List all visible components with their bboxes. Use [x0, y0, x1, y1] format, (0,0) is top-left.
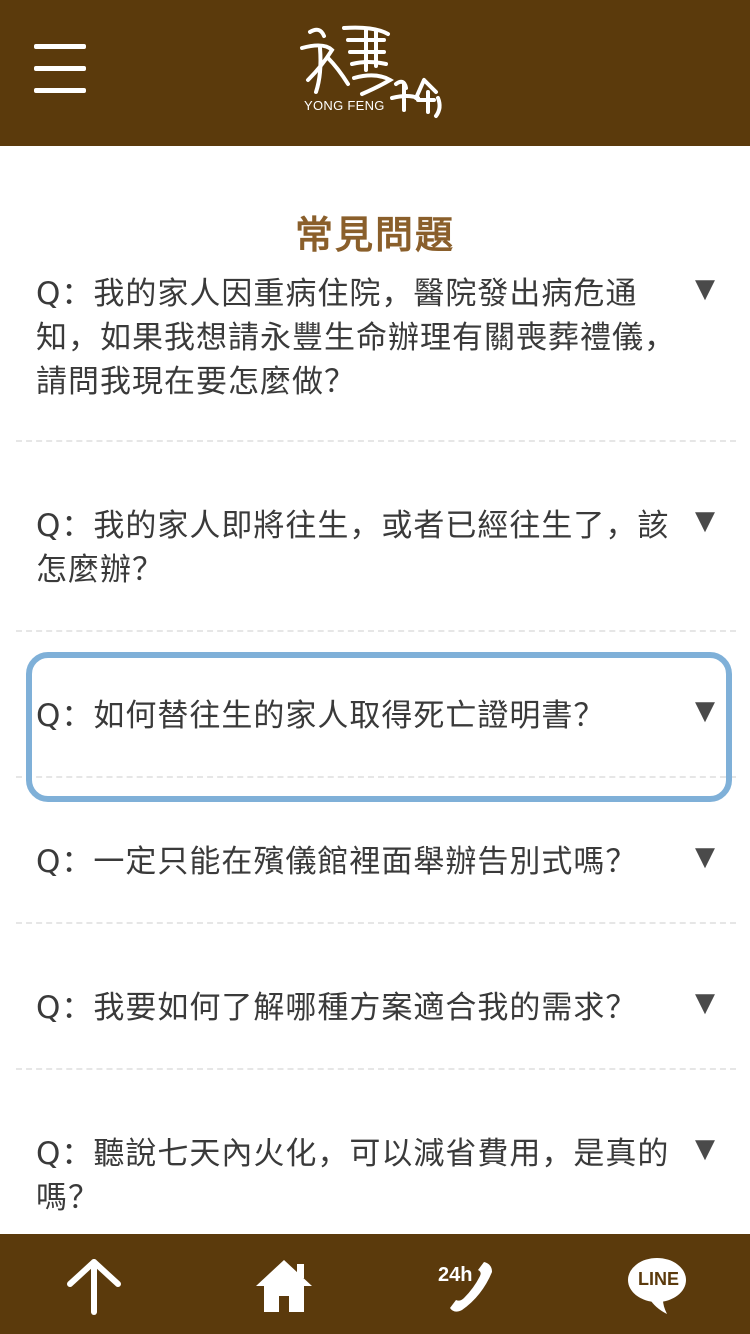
expand-arrow-icon[interactable]: ▼: [690, 842, 720, 872]
faq-item-2[interactable]: Q：我的家人即將往生，或者已經往生了，該怎麼辦？ ▼: [16, 440, 736, 632]
app-header: YONG FENG: [0, 0, 750, 146]
back-to-top-button[interactable]: [34, 1234, 154, 1334]
faq-item-4[interactable]: Q：一定只能在殯儀館裡面舉辦告別式嗎？ ▼: [16, 776, 736, 924]
phone-24h-label: 24h: [438, 1264, 473, 1286]
expand-arrow-icon[interactable]: ▼: [690, 274, 720, 304]
faq-question: Q：我的家人即將往生，或者已經往生了，該怎麼辦？: [36, 508, 670, 588]
line-label: LINE: [638, 1269, 680, 1289]
home-button[interactable]: [223, 1234, 343, 1334]
logo-subtitle: YONG FENG: [304, 98, 385, 113]
faq-item-5[interactable]: Q：我要如何了解哪種方案適合我的需求？ ▼: [16, 922, 736, 1070]
expand-arrow-icon[interactable]: ▼: [690, 988, 720, 1018]
expand-arrow-icon[interactable]: ▼: [690, 506, 720, 536]
faq-item-1[interactable]: Q：我的家人因重病住院，醫院發出病危通知，如果我想請永豐生命辦理有關喪葬禮儀， …: [16, 270, 736, 442]
expand-arrow-icon[interactable]: ▼: [690, 696, 720, 726]
arrow-up-icon: [67, 1259, 121, 1315]
bottom-nav: 24h LINE: [0, 1234, 750, 1334]
brand-logo[interactable]: YONG FENG: [292, 18, 462, 122]
faq-question: Q：如何替往生的家人取得死亡證明書？: [36, 698, 606, 734]
faq-item-6[interactable]: Q：聽說七天內火化，可以減省費用，是真的嗎？ ▼: [16, 1068, 736, 1248]
home-icon: [256, 1260, 312, 1312]
line-chat-button[interactable]: LINE: [597, 1234, 717, 1334]
page-title: 常見問題: [294, 213, 455, 257]
faq-item-3[interactable]: Q：如何替往生的家人取得死亡證明書？ ▼: [16, 630, 736, 778]
expand-arrow-icon[interactable]: ▼: [690, 1134, 720, 1164]
faq-question: Q：一定只能在殯儀館裡面舉辦告別式嗎？: [36, 844, 638, 880]
faq-question: Q：我的家人因重病住院，醫院發出病危通知，如果我想請永豐生命辦理有關喪葬禮儀， …: [36, 276, 676, 400]
hamburger-menu-icon[interactable]: [34, 44, 86, 94]
faq-question: Q：我要如何了解哪種方案適合我的需求？: [36, 990, 638, 1026]
faq-question: Q：聽說七天內火化，可以減省費用，是真的嗎？: [36, 1136, 670, 1216]
call-24h-button[interactable]: 24h: [406, 1234, 526, 1334]
